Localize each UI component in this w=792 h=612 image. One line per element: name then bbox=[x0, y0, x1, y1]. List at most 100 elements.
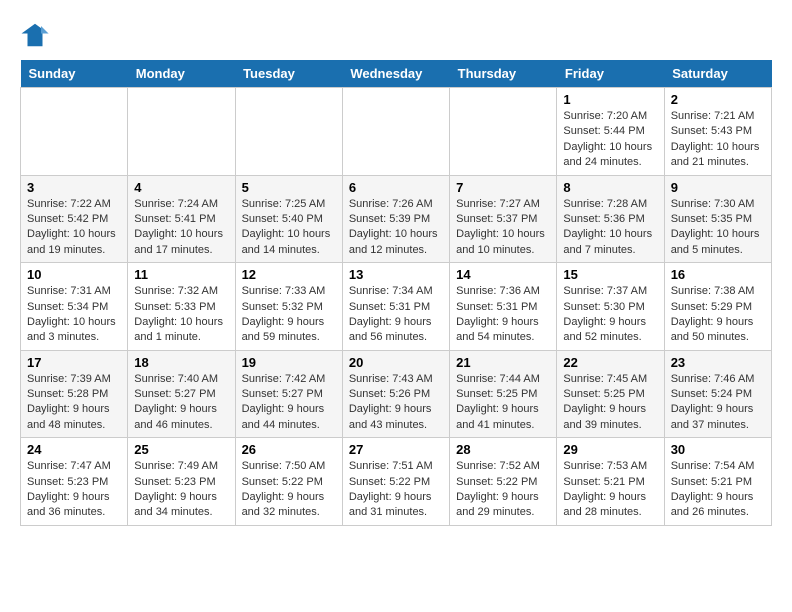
calendar-cell: 15 Sunrise: 7:37 AM Sunset: 5:30 PM Dayli… bbox=[557, 263, 664, 351]
day-info: Sunrise: 7:28 AM Sunset: 5:36 PM Dayligh… bbox=[563, 197, 657, 259]
calendar-cell: 20 Sunrise: 7:43 AM Sunset: 5:26 PM Dayli… bbox=[342, 350, 449, 438]
calendar-cell: 5 Sunrise: 7:25 AM Sunset: 5:40 PM Daylig… bbox=[235, 175, 342, 263]
day-number: 17 bbox=[27, 355, 121, 370]
day-number: 24 bbox=[27, 442, 121, 457]
calendar-cell: 3 Sunrise: 7:22 AM Sunset: 5:42 PM Daylig… bbox=[21, 175, 128, 263]
day-number: 10 bbox=[27, 267, 121, 282]
day-info: Sunrise: 7:24 AM Sunset: 5:41 PM Dayligh… bbox=[134, 197, 228, 259]
day-number: 9 bbox=[671, 180, 765, 195]
day-info: Sunrise: 7:45 AM Sunset: 5:25 PM Dayligh… bbox=[563, 372, 657, 434]
calendar-week-row: 10 Sunrise: 7:31 AM Sunset: 5:34 PM Dayli… bbox=[21, 263, 772, 351]
weekday-header: Tuesday bbox=[235, 60, 342, 88]
day-number: 12 bbox=[242, 267, 336, 282]
calendar-cell: 30 Sunrise: 7:54 AM Sunset: 5:21 PM Dayli… bbox=[664, 438, 771, 526]
day-info: Sunrise: 7:49 AM Sunset: 5:23 PM Dayligh… bbox=[134, 459, 228, 521]
day-number: 11 bbox=[134, 267, 228, 282]
day-info: Sunrise: 7:31 AM Sunset: 5:34 PM Dayligh… bbox=[27, 284, 121, 346]
weekday-header: Thursday bbox=[450, 60, 557, 88]
calendar-cell: 22Sunrise: 7:45 AM Sunset: 5:25 PM Dayli… bbox=[557, 350, 664, 438]
day-info: Sunrise: 7:26 AM Sunset: 5:39 PM Dayligh… bbox=[349, 197, 443, 259]
calendar-cell: 25 Sunrise: 7:49 AM Sunset: 5:23 PM Dayli… bbox=[128, 438, 235, 526]
calendar-cell bbox=[21, 88, 128, 176]
day-number: 21 bbox=[456, 355, 550, 370]
day-info: Sunrise: 7:32 AM Sunset: 5:33 PM Dayligh… bbox=[134, 284, 228, 346]
day-info: Sunrise: 7:50 AM Sunset: 5:22 PM Dayligh… bbox=[242, 459, 336, 521]
day-number: 23 bbox=[671, 355, 765, 370]
day-info: Sunrise: 7:44 AM Sunset: 5:25 PM Dayligh… bbox=[456, 372, 550, 434]
calendar-cell: 14 Sunrise: 7:36 AM Sunset: 5:31 PM Dayli… bbox=[450, 263, 557, 351]
calendar-cell: 11 Sunrise: 7:32 AM Sunset: 5:33 PM Dayli… bbox=[128, 263, 235, 351]
day-info: Sunrise: 7:43 AM Sunset: 5:26 PM Dayligh… bbox=[349, 372, 443, 434]
day-info: Sunrise: 7:52 AM Sunset: 5:22 PM Dayligh… bbox=[456, 459, 550, 521]
day-info: Sunrise: 7:51 AM Sunset: 5:22 PM Dayligh… bbox=[349, 459, 443, 521]
day-number: 25 bbox=[134, 442, 228, 457]
day-info: Sunrise: 7:47 AM Sunset: 5:23 PM Dayligh… bbox=[27, 459, 121, 521]
day-number: 30 bbox=[671, 442, 765, 457]
day-info: Sunrise: 7:27 AM Sunset: 5:37 PM Dayligh… bbox=[456, 197, 550, 259]
page-header bbox=[20, 20, 772, 50]
calendar-cell bbox=[450, 88, 557, 176]
calendar-cell: 27Sunrise: 7:51 AM Sunset: 5:22 PM Dayli… bbox=[342, 438, 449, 526]
calendar-cell: 2Sunrise: 7:21 AM Sunset: 5:43 PM Daylig… bbox=[664, 88, 771, 176]
calendar-cell bbox=[342, 88, 449, 176]
day-number: 6 bbox=[349, 180, 443, 195]
weekday-header: Wednesday bbox=[342, 60, 449, 88]
day-number: 26 bbox=[242, 442, 336, 457]
day-number: 28 bbox=[456, 442, 550, 457]
calendar-cell: 16 Sunrise: 7:38 AM Sunset: 5:29 PM Dayli… bbox=[664, 263, 771, 351]
calendar-cell: 28 Sunrise: 7:52 AM Sunset: 5:22 PM Dayli… bbox=[450, 438, 557, 526]
calendar-cell: 6 Sunrise: 7:26 AM Sunset: 5:39 PM Daylig… bbox=[342, 175, 449, 263]
calendar-week-row: 17 Sunrise: 7:39 AM Sunset: 5:28 PM Dayli… bbox=[21, 350, 772, 438]
day-number: 20 bbox=[349, 355, 443, 370]
day-number: 3 bbox=[27, 180, 121, 195]
day-info: Sunrise: 7:37 AM Sunset: 5:30 PM Dayligh… bbox=[563, 284, 657, 346]
day-number: 5 bbox=[242, 180, 336, 195]
calendar-table: SundayMondayTuesdayWednesdayThursdayFrid… bbox=[20, 60, 772, 526]
calendar-cell: 17 Sunrise: 7:39 AM Sunset: 5:28 PM Dayli… bbox=[21, 350, 128, 438]
day-info: Sunrise: 7:36 AM Sunset: 5:31 PM Dayligh… bbox=[456, 284, 550, 346]
day-number: 15 bbox=[563, 267, 657, 282]
weekday-header: Saturday bbox=[664, 60, 771, 88]
day-info: Sunrise: 7:30 AM Sunset: 5:35 PM Dayligh… bbox=[671, 197, 765, 259]
day-number: 19 bbox=[242, 355, 336, 370]
weekday-header: Sunday bbox=[21, 60, 128, 88]
day-info: Sunrise: 7:22 AM Sunset: 5:42 PM Dayligh… bbox=[27, 197, 121, 259]
day-number: 7 bbox=[456, 180, 550, 195]
day-number: 4 bbox=[134, 180, 228, 195]
day-number: 8 bbox=[563, 180, 657, 195]
calendar-week-row: 1 Sunrise: 7:20 AM Sunset: 5:44 PM Daylig… bbox=[21, 88, 772, 176]
logo-icon bbox=[20, 20, 50, 50]
day-info: Sunrise: 7:25 AM Sunset: 5:40 PM Dayligh… bbox=[242, 197, 336, 259]
day-info: Sunrise: 7:20 AM Sunset: 5:44 PM Dayligh… bbox=[563, 109, 657, 171]
calendar-cell: 10 Sunrise: 7:31 AM Sunset: 5:34 PM Dayli… bbox=[21, 263, 128, 351]
day-info: Sunrise: 7:53 AM Sunset: 5:21 PM Dayligh… bbox=[563, 459, 657, 521]
calendar-cell: 12 Sunrise: 7:33 AM Sunset: 5:32 PM Dayli… bbox=[235, 263, 342, 351]
day-info: Sunrise: 7:21 AM Sunset: 5:43 PM Dayligh… bbox=[671, 109, 765, 171]
calendar-cell: 23 Sunrise: 7:46 AM Sunset: 5:24 PM Dayli… bbox=[664, 350, 771, 438]
day-number: 16 bbox=[671, 267, 765, 282]
calendar-week-row: 24 Sunrise: 7:47 AM Sunset: 5:23 PM Dayli… bbox=[21, 438, 772, 526]
calendar-cell: 18 Sunrise: 7:40 AM Sunset: 5:27 PM Dayli… bbox=[128, 350, 235, 438]
day-info: Sunrise: 7:42 AM Sunset: 5:27 PM Dayligh… bbox=[242, 372, 336, 434]
calendar-cell: 9 Sunrise: 7:30 AM Sunset: 5:35 PM Daylig… bbox=[664, 175, 771, 263]
day-number: 29 bbox=[563, 442, 657, 457]
calendar-cell: 24 Sunrise: 7:47 AM Sunset: 5:23 PM Dayli… bbox=[21, 438, 128, 526]
calendar-cell: 19 Sunrise: 7:42 AM Sunset: 5:27 PM Dayli… bbox=[235, 350, 342, 438]
day-number: 13 bbox=[349, 267, 443, 282]
logo bbox=[20, 20, 54, 50]
day-info: Sunrise: 7:33 AM Sunset: 5:32 PM Dayligh… bbox=[242, 284, 336, 346]
day-info: Sunrise: 7:34 AM Sunset: 5:31 PM Dayligh… bbox=[349, 284, 443, 346]
day-info: Sunrise: 7:39 AM Sunset: 5:28 PM Dayligh… bbox=[27, 372, 121, 434]
calendar-cell: 13 Sunrise: 7:34 AM Sunset: 5:31 PM Dayli… bbox=[342, 263, 449, 351]
day-info: Sunrise: 7:38 AM Sunset: 5:29 PM Dayligh… bbox=[671, 284, 765, 346]
day-number: 1 bbox=[563, 92, 657, 107]
day-info: Sunrise: 7:40 AM Sunset: 5:27 PM Dayligh… bbox=[134, 372, 228, 434]
day-info: Sunrise: 7:54 AM Sunset: 5:21 PM Dayligh… bbox=[671, 459, 765, 521]
day-info: Sunrise: 7:46 AM Sunset: 5:24 PM Dayligh… bbox=[671, 372, 765, 434]
calendar-cell: 7 Sunrise: 7:27 AM Sunset: 5:37 PM Daylig… bbox=[450, 175, 557, 263]
calendar-cell bbox=[235, 88, 342, 176]
calendar-cell: 21 Sunrise: 7:44 AM Sunset: 5:25 PM Dayli… bbox=[450, 350, 557, 438]
day-number: 14 bbox=[456, 267, 550, 282]
day-number: 18 bbox=[134, 355, 228, 370]
calendar-cell: 1 Sunrise: 7:20 AM Sunset: 5:44 PM Daylig… bbox=[557, 88, 664, 176]
